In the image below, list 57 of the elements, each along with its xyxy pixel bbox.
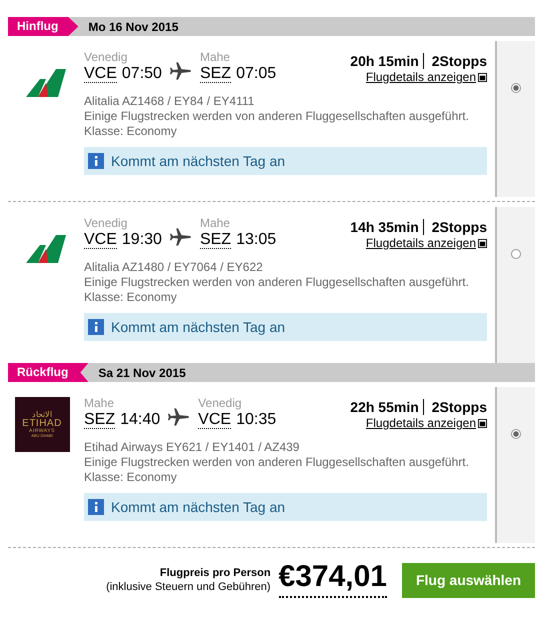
radio-button[interactable] (511, 429, 521, 439)
city-name: Mahe (200, 50, 231, 64)
city-name: Mahe (84, 396, 116, 410)
radio-button[interactable] (511, 249, 521, 259)
direction-tag: Rückflug (8, 363, 88, 382)
flight-time: 07:05 (236, 65, 276, 82)
flight-info: Klasse: Economy (84, 470, 178, 485)
flight-info: Klasse: Economy (84, 124, 178, 139)
city-name: Venedig (198, 396, 243, 410)
info-icon (88, 499, 104, 515)
price: €374,01 (278, 562, 387, 598)
airport-code: SEZ (84, 411, 116, 429)
airline-logo (26, 67, 66, 97)
details-link[interactable]: Flugdetails anzeigen (366, 70, 476, 84)
flight-info: Alitalia AZ1468 / EY84 / EY4111 (84, 94, 256, 109)
price-label: Flugpreis pro Person (158, 566, 271, 580)
info-icon (88, 153, 104, 169)
flight-info: Alitalia AZ1480 / EY7064 / EY622 (84, 260, 264, 275)
notice-text: Kommt am nächsten Tag an (111, 499, 286, 515)
details-link[interactable]: Flugdetails anzeigen (366, 236, 476, 250)
airline-logo (26, 233, 66, 263)
radio-button[interactable] (511, 83, 521, 93)
flight-time: 19:30 (122, 231, 162, 248)
flight-time: 14:40 (120, 411, 160, 428)
stops-count: 2Stopps (432, 219, 487, 235)
info-icon (88, 319, 104, 335)
airport-code: VCE (84, 65, 117, 83)
notice-text: Kommt am nächsten Tag an (111, 319, 286, 335)
stops-count: 2Stopps (432, 53, 487, 69)
section-date: Sa 21 Nov 2015 (98, 366, 186, 380)
flight-info: Einige Flugstrecken werden von anderen Fluggesellschaften ausgeführt. (84, 455, 470, 470)
details-link[interactable]: Flugdetails anzeigen (366, 416, 476, 430)
flight-info: Klasse: Economy (84, 290, 178, 305)
price-note: (inklusive Steuern und Gebühren) (106, 580, 271, 594)
flight-time: 13:05 (236, 231, 276, 248)
city-name: Venedig (84, 50, 128, 64)
airport-code: SEZ (200, 65, 232, 83)
airport-code: VCE (84, 231, 117, 249)
city-name: Venedig (84, 216, 128, 230)
flight-duration: 14h 35min (350, 219, 424, 235)
flight-time: 10:35 (236, 411, 276, 428)
city-name: Mahe (200, 216, 231, 230)
airport-code: VCE (198, 411, 232, 429)
flight-duration: 20h 15min (350, 53, 424, 69)
popup-icon (478, 238, 487, 248)
flight-info: Einige Flugstrecken werden von anderen Fluggesellschaften ausgeführt. (84, 109, 470, 124)
section-date: Mo 16 Nov 2015 (88, 20, 178, 34)
airport-code: SEZ (200, 231, 232, 249)
flight-duration: 22h 55min (350, 399, 424, 415)
flight-info: Einige Flugstrecken werden von anderen Fluggesellschaften ausgeführt. (84, 275, 470, 290)
popup-icon (478, 72, 487, 82)
notice-text: Kommt am nächsten Tag an (111, 153, 286, 169)
flight-info: Etihad Airways EY621 / EY1401 / AZ439 (84, 440, 300, 455)
flight-time: 07:50 (122, 65, 162, 82)
popup-icon (478, 418, 487, 428)
direction-tag: Hinflug (8, 17, 78, 36)
stops-count: 2Stopps (432, 399, 487, 415)
